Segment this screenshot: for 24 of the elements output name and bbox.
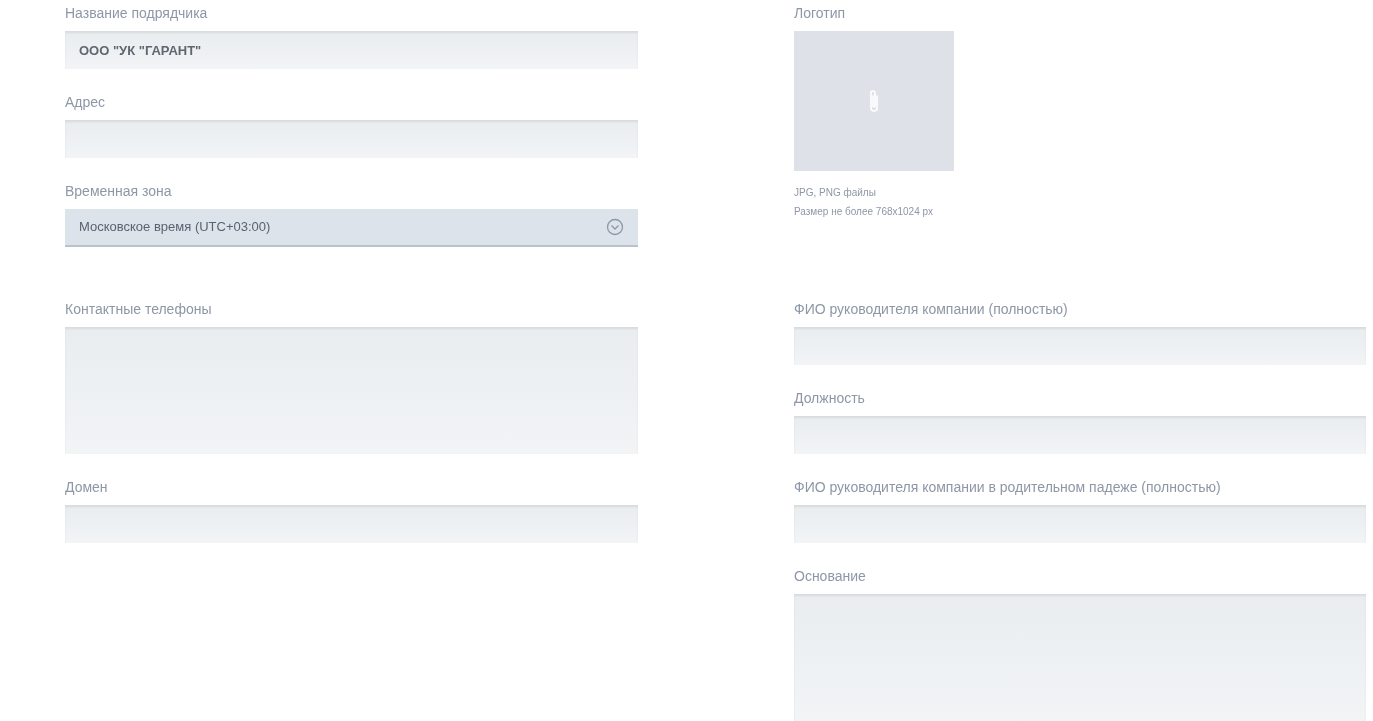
input-field[interactable]: [65, 505, 638, 543]
field-label: ФИО руководителя компании (полностью): [794, 300, 1069, 318]
field-label: Домен: [65, 478, 109, 496]
input-field[interactable]: [794, 505, 1366, 543]
field-label: Адрес: [65, 93, 107, 111]
timezone-select[interactable]: Московское время (UTC+03:00): [65, 209, 638, 247]
input-field[interactable]: [65, 120, 638, 158]
input-field[interactable]: ООО "УК "ГАРАНТ": [65, 31, 638, 69]
input-field[interactable]: [794, 416, 1366, 454]
field-label: Временная зона: [65, 182, 173, 200]
text-area[interactable]: [65, 327, 638, 454]
chevron-down-icon: [606, 218, 624, 236]
field-label: Основание: [794, 567, 867, 585]
logo-upload-area[interactable]: [794, 31, 954, 171]
field-label: Контактные телефоны: [65, 300, 213, 318]
text-area[interactable]: [794, 594, 1366, 721]
field-label: ФИО руководителя компании в родительном падеже (полностью): [794, 478, 1222, 496]
paperclip-icon: [868, 88, 880, 114]
upload-hint: JPG, PNG файлы: [794, 186, 877, 200]
field-label: Название подрядчика: [65, 4, 209, 22]
field-label: Должность: [794, 389, 866, 407]
field-label: Логотип: [794, 4, 847, 22]
input-field[interactable]: [794, 327, 1366, 365]
upload-hint: Размер не более 768x1024 px: [794, 205, 935, 219]
